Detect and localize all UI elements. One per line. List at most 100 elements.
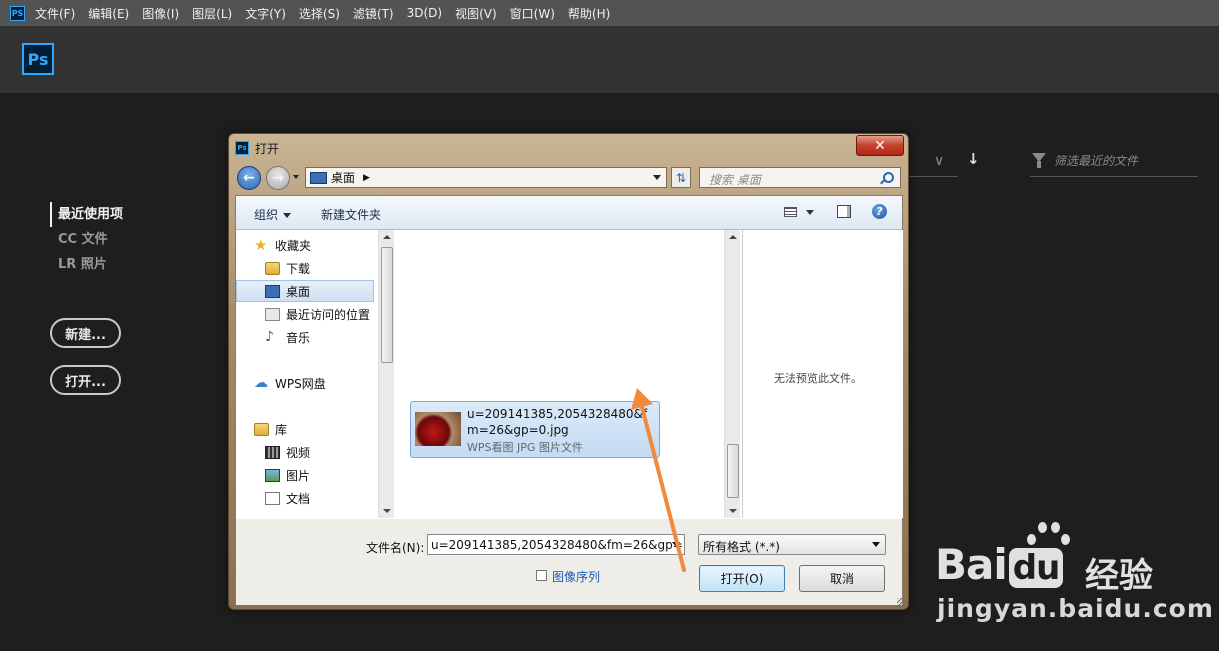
menu-view[interactable]: 视图(V) (455, 5, 497, 22)
dialog-footer: 文件名(N): u=209141385,2054328480&fm=26&gp=… (236, 519, 902, 605)
sidebar-item-cc-files[interactable]: CC 文件 (50, 227, 123, 252)
filename-label: 文件名(N): (366, 541, 425, 555)
refresh-icon: ⇅ (675, 170, 687, 185)
dialog-body: 组织 新建文件夹 ? ★ 收藏夹 下载 桌面 最近访问的位置 ♪ 音乐 ☁ WPS网盘… (235, 195, 903, 605)
documents-icon (265, 491, 280, 505)
nav-item-pictures[interactable]: 图片 (265, 464, 394, 486)
breadcrumb-chevron-icon[interactable]: ▶ (363, 173, 370, 183)
back-arrow-icon: ← (243, 170, 255, 186)
file-scrollbar[interactable] (724, 230, 740, 518)
image-sequence-label[interactable]: 图像序列 (552, 568, 600, 585)
sidebar-item-recent[interactable]: 最近使用项 (50, 202, 123, 227)
filter-recent-files-input[interactable]: 筛选最近的文件 (1030, 150, 1198, 177)
cancel-button[interactable]: 取消 (799, 565, 885, 592)
pictures-icon (265, 468, 280, 482)
dialog-titlebar: Ps 打开 (235, 139, 279, 157)
sort-underline (906, 176, 958, 177)
scroll-up-icon[interactable] (729, 235, 737, 239)
start-sidebar: 最近使用项 CC 文件 LR 照片 (50, 202, 123, 277)
sort-chevron-down-icon[interactable]: ∨ (934, 153, 944, 169)
new-document-button[interactable]: 新建... (50, 318, 121, 348)
menu-3d[interactable]: 3D(D) (407, 6, 442, 20)
filetype-select[interactable]: 所有格式 (*.*) (698, 534, 886, 555)
nav-item-libraries[interactable]: 库 (254, 418, 394, 440)
close-button[interactable]: ✕ (856, 135, 904, 156)
nav-item-desktop[interactable]: 桌面 (236, 280, 374, 302)
nav-label: 视频 (286, 445, 311, 460)
view-options-icon[interactable] (784, 207, 797, 217)
filename-dropdown-icon[interactable] (672, 542, 680, 547)
start-header: Ps (0, 26, 1219, 93)
forward-arrow-icon: → (272, 170, 284, 186)
nav-item-music[interactable]: ♪ 音乐 (265, 326, 394, 348)
menu-layer[interactable]: 图层(L) (192, 5, 232, 22)
new-folder-button[interactable]: 新建文件夹 (321, 206, 381, 223)
chevron-down-icon (283, 213, 292, 218)
file-type: WPS看图 JPG 图片文件 (467, 441, 583, 454)
nav-label: 音乐 (286, 330, 311, 345)
baidu-watermark: Bai du 经验 jingyan.baidu.com (935, 518, 1215, 648)
menu-filter[interactable]: 滤镜(T) (353, 5, 394, 22)
brand-du: du (1008, 548, 1064, 588)
preview-pane-icon[interactable] (837, 205, 851, 218)
menu-window[interactable]: 窗口(W) (510, 5, 555, 22)
address-bar[interactable]: 桌面 ▶ (305, 167, 667, 188)
organize-button[interactable]: 组织 (254, 206, 292, 223)
menu-select[interactable]: 选择(S) (299, 5, 340, 22)
dialog-ps-icon: Ps (235, 141, 249, 155)
preview-pane: 无法预览此文件。 (742, 230, 903, 518)
open-file-button[interactable]: 打开... (50, 365, 121, 395)
filename-input[interactable]: u=209141385,2054328480&fm=26&gp= (427, 534, 685, 555)
nav-label: 图片 (286, 468, 311, 483)
search-input[interactable]: 搜索 桌面 (699, 167, 901, 188)
menu-type[interactable]: 文字(Y) (245, 5, 286, 22)
help-icon[interactable]: ? (872, 204, 887, 219)
nav-item-videos[interactable]: 视频 (265, 441, 394, 463)
nav-item-documents[interactable]: 文档 (265, 487, 394, 509)
back-button[interactable]: ← (237, 166, 261, 190)
nav-scroll-thumb[interactable] (381, 247, 393, 363)
filetype-value: 所有格式 (*.*) (703, 540, 780, 554)
desktop-icon (265, 284, 280, 298)
image-sequence-checkbox[interactable] (536, 570, 547, 581)
menu-image[interactable]: 图像(I) (142, 5, 179, 22)
scroll-up-icon[interactable] (383, 235, 391, 239)
menu-edit[interactable]: 编辑(E) (88, 5, 129, 22)
preview-message: 无法预览此文件。 (774, 372, 862, 385)
open-button[interactable]: 打开(O) (699, 565, 785, 592)
nav-item-wps-cloud[interactable]: ☁ WPS网盘 (254, 372, 394, 394)
scroll-down-icon[interactable] (383, 509, 391, 513)
nav-scrollbar[interactable] (378, 230, 394, 518)
sidebar-item-lr-photos[interactable]: LR 照片 (50, 252, 123, 277)
breadcrumb-desktop[interactable]: 桌面 (331, 169, 355, 186)
nav-item-downloads[interactable]: 下载 (265, 257, 394, 279)
resize-grip[interactable] (897, 598, 905, 606)
nav-item-favorites[interactable]: ★ 收藏夹 (254, 234, 394, 256)
nav-label: 库 (275, 422, 288, 437)
menu-file[interactable]: 文件(F) (35, 5, 75, 22)
cloud-icon: ☁ (254, 374, 268, 391)
brand-left: Bai (935, 540, 1008, 589)
nav-item-recent-places[interactable]: 最近访问的位置 (265, 303, 394, 325)
file-scroll-thumb[interactable] (727, 444, 739, 498)
star-icon: ★ (254, 235, 268, 254)
filter-placeholder: 筛选最近的文件 (1054, 154, 1139, 168)
photoshop-app-icon: PS (10, 5, 25, 21)
history-dropdown-icon[interactable] (293, 175, 299, 179)
recent-places-icon (265, 307, 280, 321)
download-folder-icon (265, 261, 280, 275)
address-dropdown-icon[interactable] (653, 175, 661, 180)
forward-button[interactable]: → (266, 166, 290, 190)
open-file-dialog: Ps 打开 ✕ ← → 桌面 ▶ ⇅ 搜索 桌面 组织 新建文件夹 ? ★ 收藏夹… (228, 133, 909, 610)
file-thumbnail (415, 412, 461, 446)
file-item-selected[interactable]: u=209141385,2054328480&fm=26&gp=0.jpg WP… (410, 401, 660, 458)
scroll-down-icon[interactable] (729, 509, 737, 513)
refresh-button[interactable]: ⇅ (671, 167, 691, 188)
redacted-area (416, 230, 666, 302)
menu-help[interactable]: 帮助(H) (568, 5, 610, 22)
sort-order-arrow-icon[interactable]: ↓ (967, 150, 980, 168)
filetype-dropdown-icon (872, 542, 880, 547)
view-dropdown-icon[interactable] (806, 210, 814, 215)
baidu-brand: Bai du (935, 540, 1065, 589)
video-icon (265, 445, 280, 459)
